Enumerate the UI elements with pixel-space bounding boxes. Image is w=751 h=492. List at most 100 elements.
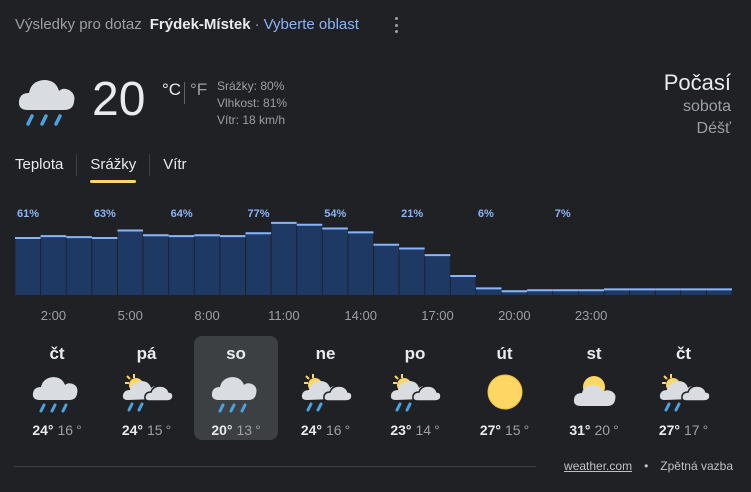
precip-bar [297,223,322,295]
day-name: čt [675,344,692,363]
day-high-degree: ° [47,422,54,438]
weather-summary: Počasí sobota Déšť [664,70,731,140]
day-temps: 24° 16 ° [284,422,368,438]
day-high-degree: ° [137,422,143,438]
precipitation-chart[interactable]: 61% 63% 64% 77% 54% 21% 6% 7% 2:00 5:00 8:00 11:00 1… [0,200,751,330]
tab-temperature[interactable]: Teplota [15,156,63,183]
day-high-temp: 24 [300,422,317,438]
separator-dot: · [254,16,260,33]
day-temps: 24° 15 ° [105,422,189,438]
precip-value-label: 21% [401,208,423,220]
wind-value: Vítr: 18 km/h [217,113,286,127]
precip-value-label: 6% [478,208,494,220]
day-low-degree: ° [76,422,82,438]
day-low-temp: 17 [684,422,700,438]
day-temps: 24° 16 ° [15,422,99,438]
hour-tick-label: 17:00 [421,308,454,323]
precip-value-label: 54% [324,208,346,220]
day-forecast-4[interactable]: po 23° 14 ° [373,336,457,440]
precip-bar [450,275,476,295]
day-forecast-2[interactable]: so 20° 13 ° [194,336,278,440]
hour-tick-label: 20:00 [498,308,531,323]
choose-area-link[interactable]: Vyberte oblast [264,16,359,33]
day-name: pá [136,344,157,363]
day-high-degree: ° [584,422,591,438]
day-high-temp: 20 [211,422,227,438]
daily-forecast: čt 24° 16 ° pá 24° 15 ° so 20° 13 ° ne 24° 16 ° po 23° 14 °… [14,336,734,444]
day-forecast-1[interactable]: pá 24° 15 ° [105,336,189,440]
hour-tick-label: 23:00 [575,308,608,323]
day-temps: 23° 14 ° [373,422,457,438]
precip-bar [66,236,92,295]
day-high-degree: ° [674,422,680,438]
precip-value-label: 7% [555,208,571,220]
current-temperature: 20 [92,73,146,126]
day-low-degree: ° [523,422,530,438]
precip-bar [41,235,66,295]
day-low-temp: 20 [594,422,611,438]
day-high-degree: ° [405,422,412,438]
precip-bar [117,229,143,295]
sun-icon [487,374,522,410]
weather-title: Počasí [663,70,731,95]
day-name: so [226,344,246,363]
day-forecast-5[interactable]: út 27° 15 ° [463,336,547,440]
footer: weather.com • Zpětná vazba [564,459,733,473]
day-low-temp: 15 [147,422,163,438]
weather-day: sobota [682,98,731,115]
source-link[interactable]: weather.com [564,459,632,473]
day-low-temp: 15 [505,422,521,438]
rain-cloud-icon [211,377,257,413]
day-low-temp: 14 [415,422,432,438]
precip-value-label: 64% [171,208,193,220]
tab-divider [149,154,151,176]
footer-bullet: • [644,459,649,473]
day-low-degree: ° [613,422,619,438]
humidity-value: Vlhkost: 81% [217,96,288,110]
day-name: st [586,344,602,363]
weather-condition: Déšť [696,120,731,137]
precip-bar [15,237,41,295]
day-low-temp: 13 [236,422,253,438]
day-low-degree: ° [165,422,172,438]
day-high-degree: ° [316,422,322,438]
hour-tick-label: 8:00 [194,308,219,323]
sun-cloud-rain-icon [390,374,442,412]
sun-cloud-rain-icon [301,374,353,412]
precip-bar [92,237,117,295]
precip-bar [425,254,450,295]
more-options-icon[interactable] [389,16,403,34]
tab-precipitation[interactable]: Srážky [90,156,136,183]
day-name: po [404,344,426,363]
partly-cloudy-icon [573,376,616,406]
day-low-degree: ° [255,422,261,438]
tab-wind[interactable]: Vítr [163,156,186,183]
precip-value-label: 63% [94,208,116,220]
hour-tick-label: 11:00 [268,308,300,323]
tab-divider [76,154,78,176]
hour-tick-label: 14:00 [344,308,377,323]
precip-bar [245,232,271,295]
feedback-link[interactable]: Zpětná vazba [660,459,733,473]
unit-celsius-toggle[interactable]: °C [162,80,181,100]
day-low-temp: 16 [326,422,342,438]
precipitation-value: Srážky: 80% [217,79,285,93]
precip-bar [374,243,399,295]
unit-divider [184,82,185,104]
day-high-temp: 24 [32,422,48,438]
precip-bar [143,234,169,295]
sun-cloud-rain-icon [122,374,174,412]
day-forecast-7[interactable]: čt 27° 17 ° [642,336,726,440]
day-forecast-6[interactable]: st 31° 20 ° [552,336,636,440]
day-low-temp: 16 [57,422,74,438]
unit-fahrenheit-toggle[interactable]: °F [190,80,207,100]
search-header: Výsledky pro dotaz Frýdek-Místek · Vyber… [15,16,359,33]
precip-bar [399,247,425,295]
day-forecast-0[interactable]: čt 24° 16 ° [15,336,99,440]
day-forecast-3[interactable]: ne 24° 16 ° [284,336,368,440]
results-prefix: Výsledky pro dotaz [15,16,142,33]
precip-bar [271,221,297,295]
day-high-temp: 31 [569,422,585,438]
weather-details: Srážky: 80% Vlhkost: 81% Vítr: 18 km/h [217,78,287,129]
hour-tick-label: 5:00 [118,308,143,323]
